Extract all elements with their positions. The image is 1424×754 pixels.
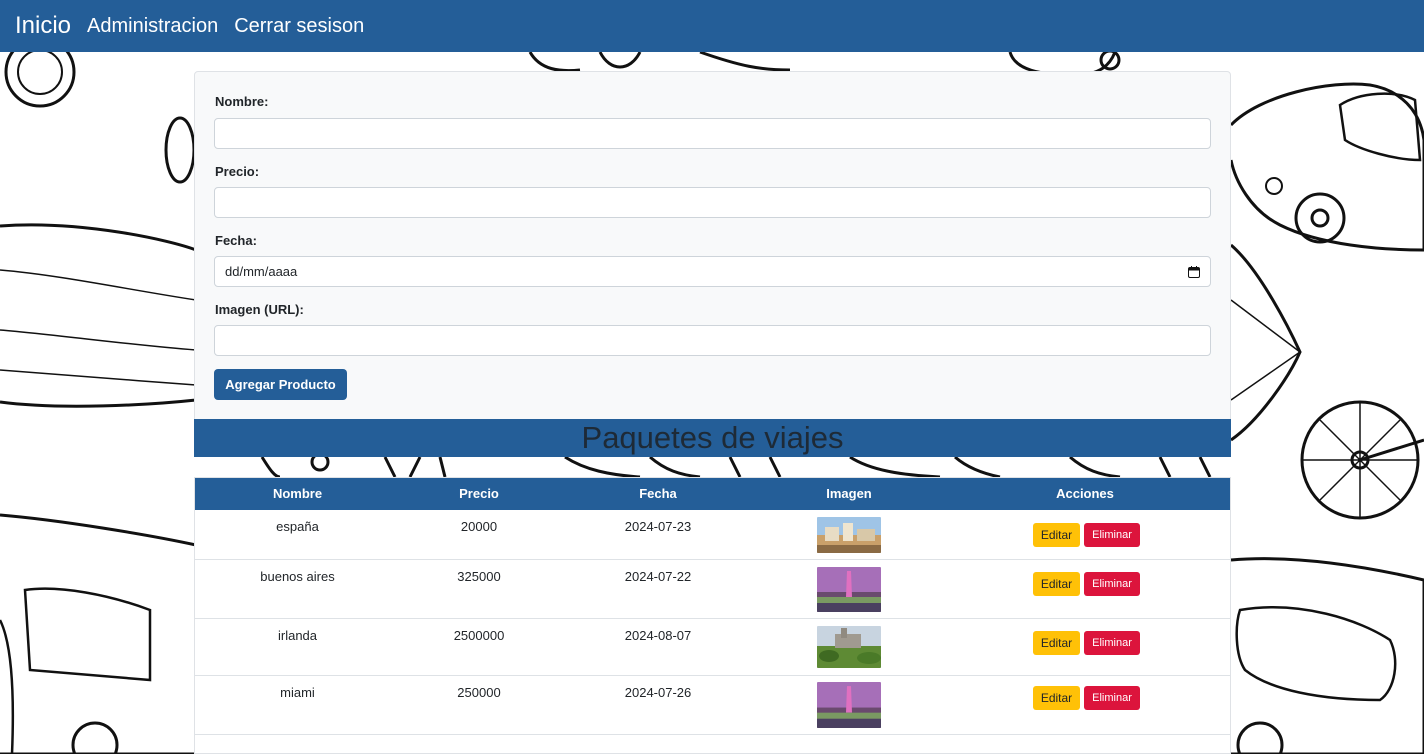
imagen-url-input[interactable] [214,325,1211,356]
section-title: Paquetes de viajes [581,420,844,455]
nav-cerrar-sesion-link[interactable]: Cerrar sesison [234,15,364,38]
cell-nombre: españa [276,519,319,534]
product-form: Nombre: Precio: Fecha: dd/mm/aaaa Imagen… [194,71,1231,420]
header-precio: Precio [459,486,499,501]
cell-precio: 2500000 [453,628,505,643]
delete-button[interactable]: Eliminar [1084,631,1140,655]
cell-precio: 250000 [457,685,501,700]
fecha-placeholder: dd/mm/aaaa [225,264,298,279]
fecha-input[interactable]: dd/mm/aaaa [214,256,1211,287]
header-acciones: Acciones [1056,486,1114,501]
cell-precio: 20000 [460,519,498,534]
nombre-label: Nombre: [215,94,269,109]
top-navbar: Inicio Administracion Cerrar sesison [0,0,1424,52]
table-row: españa 20000 2024-07-23 Editar Eliminar [195,510,1230,560]
fecha-label: Fecha: [215,233,257,248]
cell-nombre: buenos aires [260,569,335,584]
precio-input[interactable] [214,187,1211,218]
section-title-bar: Paquetes de viajes [194,419,1231,457]
table-row: miami 250000 2024-07-26 Editar Eliminar [195,676,1230,735]
nav-administracion-link[interactable]: Administracion [87,15,218,38]
edit-button[interactable]: Editar [1033,523,1080,547]
cell-fecha: 2024-08-07 [624,628,692,643]
cell-fecha: 2024-07-22 [624,569,692,584]
table-header: Nombre Precio Fecha Imagen Acciones [195,478,1230,510]
nav-inicio-link[interactable]: Inicio [15,12,71,40]
agregar-producto-button[interactable]: Agregar Producto [214,369,347,400]
delete-button[interactable]: Eliminar [1084,686,1140,710]
cell-fecha: 2024-07-23 [624,519,692,534]
header-imagen: Imagen [826,486,872,501]
table-row: irlanda 2500000 2024-08-07 Editar Elimin… [195,619,1230,676]
madrid-thumbnail [817,517,881,553]
imagen-label: Imagen (URL): [215,302,304,317]
table-row: buenos aires 325000 2024-07-22 Editar El… [195,560,1230,619]
edit-button[interactable]: Editar [1033,631,1080,655]
nombre-input[interactable] [214,118,1211,149]
header-fecha: Fecha [639,486,677,501]
obelisco-thumbnail [817,682,881,728]
packages-table: Nombre Precio Fecha Imagen Acciones espa… [194,477,1231,754]
calendar-icon[interactable] [1188,265,1200,278]
cell-fecha: 2024-07-26 [624,685,692,700]
obelisco-thumbnail [817,567,881,612]
delete-button[interactable]: Eliminar [1084,523,1140,547]
edit-button[interactable]: Editar [1033,572,1080,596]
delete-button[interactable]: Eliminar [1084,572,1140,596]
cell-precio: 325000 [457,569,501,584]
precio-label: Precio: [215,164,260,179]
cell-nombre: irlanda [277,628,318,643]
cell-nombre: miami [280,685,315,700]
castle-thumbnail [817,626,881,668]
header-nombre: Nombre [272,486,323,501]
edit-button[interactable]: Editar [1033,686,1080,710]
